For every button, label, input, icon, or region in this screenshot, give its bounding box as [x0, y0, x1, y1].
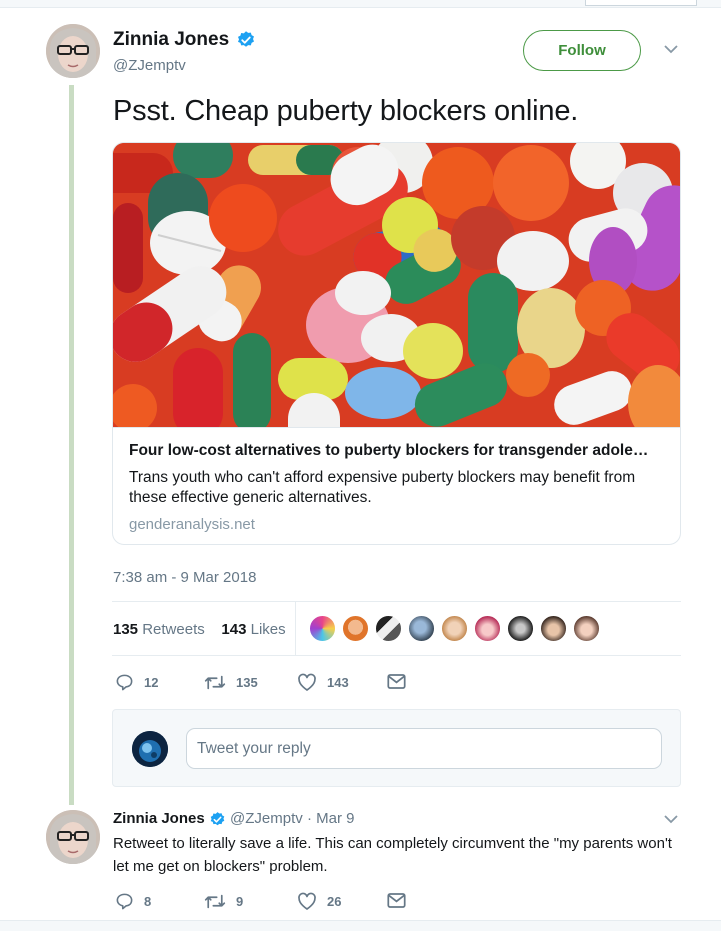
envelope-icon[interactable] — [387, 892, 406, 909]
tweet-text: Psst. Cheap puberty blockers online. — [113, 95, 579, 127]
card-image-pills[interactable] — [113, 143, 680, 427]
reply-author-handle[interactable]: @ZJemptv — [230, 810, 303, 827]
liker-avatar[interactable] — [540, 615, 567, 642]
browser-top-strip — [0, 0, 721, 8]
likes-count[interactable]: 143 — [221, 621, 246, 638]
liker-avatar[interactable] — [408, 615, 435, 642]
thread-connector — [69, 85, 74, 805]
reply-actions: 8 9 26 — [115, 892, 415, 914]
reply-count: 12 — [144, 675, 159, 690]
card-domain: genderanalysis.net — [129, 516, 255, 533]
retweet-icon[interactable] — [204, 892, 226, 911]
reply-author-name[interactable]: Zinnia Jones — [113, 810, 205, 827]
card-description: Trans youth who can't afford expensive p… — [129, 469, 636, 506]
author-avatar[interactable] — [46, 24, 100, 78]
reply-action[interactable]: 8 — [115, 892, 151, 911]
reply-composer: Tweet your reply — [112, 709, 681, 787]
likes-label[interactable]: Likes — [251, 621, 286, 638]
card-title[interactable]: Four low-cost alternatives to puberty bl… — [129, 442, 664, 460]
retweet-count: 135 — [236, 675, 258, 690]
viewer-avatar[interactable] — [132, 731, 168, 767]
reply-text: Retweet to literally save a life. This c… — [113, 835, 672, 875]
reply-header: Zinnia Jones @ZJemptv · Mar 9 — [113, 810, 354, 828]
chevron-down-icon[interactable] — [662, 40, 680, 63]
reply-date[interactable]: · Mar 9 — [307, 810, 355, 827]
browser-field-edge — [585, 0, 697, 6]
like-count: 26 — [327, 894, 342, 909]
retweet-count: 9 — [236, 894, 244, 909]
author-handle[interactable]: @ZJemptv — [113, 57, 186, 74]
dm-action[interactable] — [387, 892, 406, 909]
like-count: 143 — [327, 675, 349, 690]
liker-avatar[interactable] — [441, 615, 468, 642]
retweet-icon[interactable] — [204, 673, 226, 692]
liker-avatar[interactable] — [573, 615, 600, 642]
reply-action[interactable]: 12 — [115, 673, 158, 692]
link-card[interactable]: Four low-cost alternatives to puberty bl… — [112, 142, 681, 545]
verified-badge-icon — [238, 31, 255, 47]
tweet-actions: 12 135 143 — [115, 673, 415, 695]
reply-icon[interactable] — [115, 892, 134, 911]
liker-avatar[interactable] — [342, 615, 369, 642]
dm-action[interactable] — [387, 673, 406, 690]
like-action[interactable]: 143 — [297, 673, 349, 692]
author-name[interactable]: Zinnia Jones — [113, 29, 256, 51]
likes-stat[interactable]: 143 Likes — [221, 621, 285, 638]
follow-button[interactable]: Follow — [523, 30, 641, 71]
heart-icon[interactable] — [297, 892, 317, 911]
retweets-count[interactable]: 135 — [113, 621, 138, 638]
envelope-icon[interactable] — [387, 673, 406, 690]
reply-input[interactable]: Tweet your reply — [186, 728, 662, 769]
retweet-action[interactable]: 9 — [204, 892, 243, 911]
heart-icon[interactable] — [297, 673, 317, 692]
retweets-label[interactable]: Retweets — [142, 621, 205, 638]
retweets-stat[interactable]: 135 Retweets — [113, 621, 205, 638]
liker-avatar[interactable] — [309, 615, 336, 642]
like-action[interactable]: 26 — [297, 892, 341, 911]
chevron-down-icon[interactable] — [662, 810, 680, 833]
reply-author-avatar[interactable] — [46, 810, 100, 864]
tweet-timestamp[interactable]: 7:38 am - 9 Mar 2018 — [113, 569, 256, 586]
reply-placeholder[interactable]: Tweet your reply — [197, 740, 311, 758]
bottom-separator — [0, 920, 721, 931]
card-body[interactable]: Four low-cost alternatives to puberty bl… — [113, 427, 680, 544]
engagement-counts: 135 Retweets 143 Likes — [113, 621, 286, 638]
retweet-action[interactable]: 135 — [204, 673, 258, 692]
reply-icon[interactable] — [115, 673, 134, 692]
liker-avatar[interactable] — [474, 615, 501, 642]
liker-avatar[interactable] — [375, 615, 402, 642]
engagement-stats: 135 Retweets 143 Likes — [112, 601, 681, 656]
verified-badge-icon — [210, 811, 225, 825]
reply-count: 8 — [144, 894, 152, 909]
liker-avatar[interactable] — [507, 615, 534, 642]
stats-divider — [295, 602, 296, 656]
author-name-text[interactable]: Zinnia Jones — [113, 29, 229, 50]
